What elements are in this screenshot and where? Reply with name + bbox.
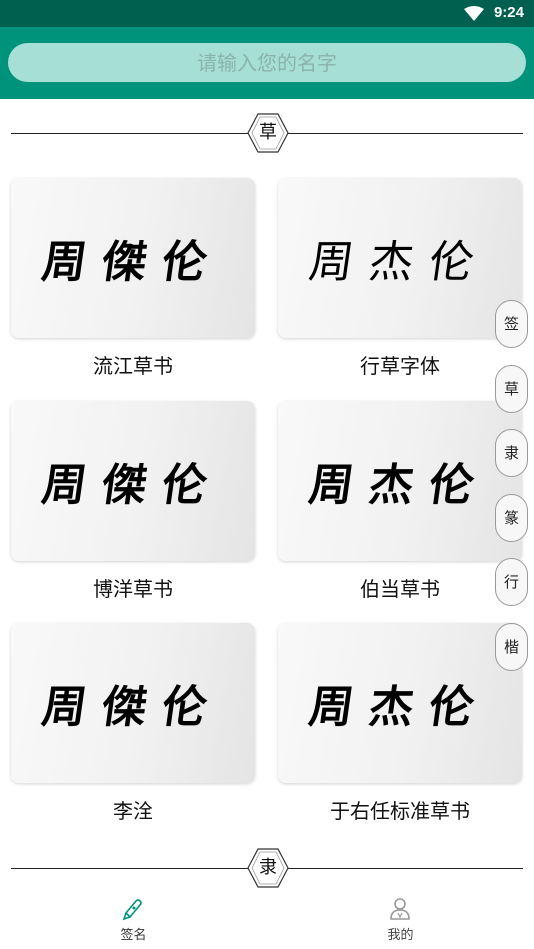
side-tab-running[interactable]: 行 bbox=[495, 558, 528, 606]
signature-preview: 周杰伦 bbox=[305, 460, 493, 511]
signature-card[interactable]: 周杰伦 bbox=[278, 623, 522, 783]
wifi-icon bbox=[464, 6, 484, 21]
font-style-label: 博洋草书 bbox=[93, 577, 173, 601]
signature-preview: 周杰伦 bbox=[305, 237, 493, 288]
nav-label: 我的 bbox=[387, 928, 414, 943]
nav-tab-signature[interactable]: 签名 bbox=[0, 892, 267, 949]
signature-preview: 周杰伦 bbox=[305, 682, 493, 733]
person-icon bbox=[390, 898, 410, 920]
signature-card[interactable]: 周傑伦 bbox=[11, 401, 255, 561]
signature-card[interactable]: 周傑伦 bbox=[11, 178, 255, 338]
app-bar bbox=[0, 27, 534, 99]
side-tab-clerical[interactable]: 隶 bbox=[495, 429, 528, 477]
signature-card[interactable]: 周傑伦 bbox=[11, 623, 255, 783]
font-style-label: 于右任标准草书 bbox=[330, 799, 470, 823]
clock: 9:24 bbox=[493, 4, 524, 21]
font-style-label: 流江草书 bbox=[93, 354, 173, 378]
side-tab-sign[interactable]: 签 bbox=[495, 300, 528, 348]
font-style-label: 伯当草书 bbox=[360, 577, 440, 601]
status-bar: 9:24 bbox=[0, 0, 534, 27]
name-search-input[interactable] bbox=[8, 43, 526, 82]
font-style-label: 李洤 bbox=[113, 799, 153, 823]
nav-label: 签名 bbox=[120, 928, 147, 943]
signature-preview: 周傑伦 bbox=[38, 682, 226, 733]
signature-preview: 周傑伦 bbox=[38, 460, 226, 511]
section-divider: 隶 bbox=[11, 848, 523, 888]
section-label: 草 bbox=[259, 122, 277, 143]
section-divider: 草 bbox=[11, 113, 523, 153]
signature-card[interactable]: 周杰伦 bbox=[278, 401, 522, 561]
side-tab-cursive[interactable]: 草 bbox=[495, 365, 528, 413]
font-style-label: 行草字体 bbox=[360, 354, 440, 378]
section-label: 隶 bbox=[259, 857, 277, 878]
signature-preview: 周傑伦 bbox=[38, 237, 226, 288]
bottom-navigation: 签名 我的 bbox=[0, 892, 534, 949]
side-tab-regular[interactable]: 楷 bbox=[495, 623, 528, 671]
side-tab-seal[interactable]: 篆 bbox=[495, 494, 528, 542]
signature-card[interactable]: 周杰伦 bbox=[278, 178, 522, 338]
pen-icon bbox=[122, 899, 142, 921]
nav-tab-mine[interactable]: 我的 bbox=[267, 892, 534, 949]
